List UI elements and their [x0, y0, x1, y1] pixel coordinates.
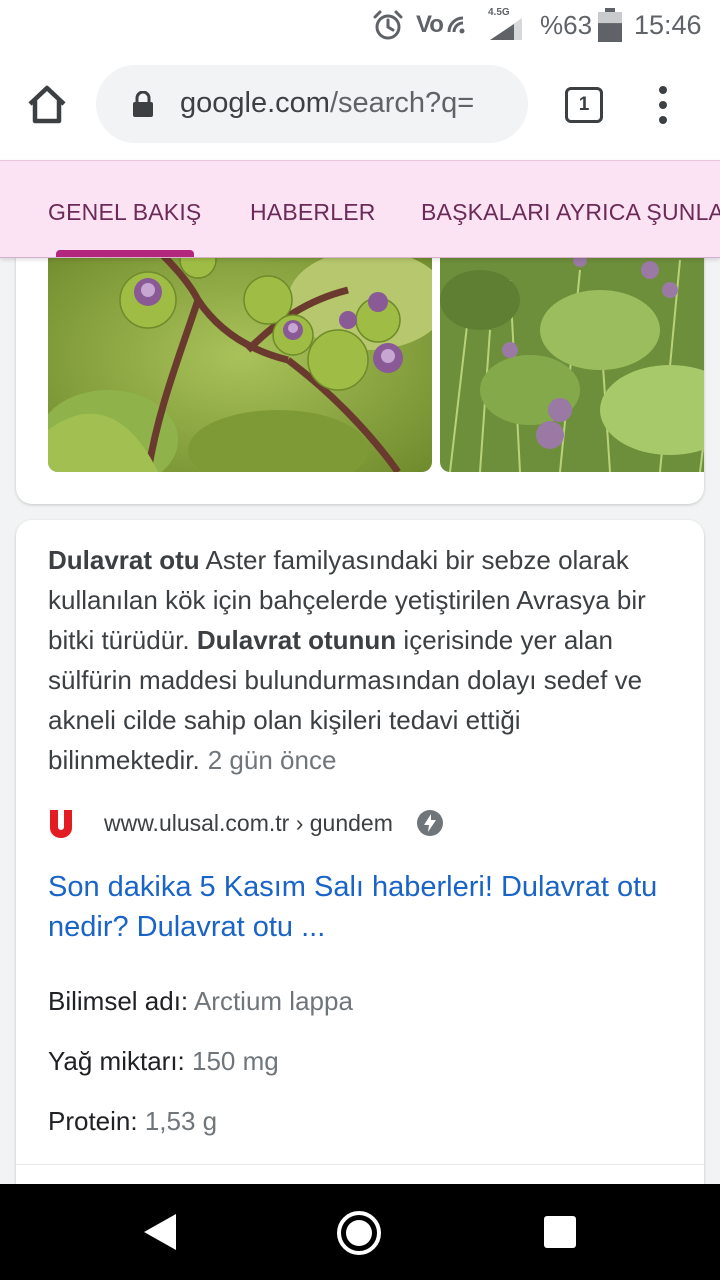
amp-lightning-icon [416, 810, 443, 836]
divider [16, 1164, 704, 1165]
tab-switcher-icon[interactable]: 1 [565, 87, 603, 123]
clock-time: 15:46 [634, 9, 702, 40]
source-url: www.ulusal.com.tr › gundem [104, 809, 393, 836]
status-bar: Vo 4.5G %63 15:46 [0, 0, 720, 50]
fact-label: Protein: [48, 1106, 138, 1136]
home-circle-icon[interactable] [336, 1210, 382, 1256]
volte-label: Vo [416, 11, 444, 38]
description-card: Dulavrat otu Aster familyasındaki bir se… [16, 520, 704, 1220]
battery-icon [598, 8, 622, 42]
address-bar[interactable]: google.com/search?q= [96, 65, 528, 143]
tab-count: 1 [578, 94, 590, 115]
selected-tab-indicator [56, 250, 194, 257]
images-card [16, 240, 704, 504]
tab-overview[interactable]: GENEL BAKIŞ [48, 199, 201, 226]
tab-news[interactable]: HABERLER [250, 199, 376, 226]
back-triangle-icon[interactable] [142, 1212, 178, 1252]
burdock-photo-1[interactable] [48, 240, 432, 472]
time-ago: 2 gün önce [207, 745, 337, 775]
highlight-term-1: Dulavrat otu [48, 545, 200, 575]
recents-square-icon[interactable] [544, 1216, 576, 1248]
search-tabs: GENEL BAKIŞ HABERLER BAŞKALARI AYRICA ŞU… [0, 160, 720, 258]
ulusal-favicon [50, 810, 72, 838]
browser-toolbar: google.com/search?q= 1 [0, 50, 720, 160]
fact-scientific-name[interactable]: Bilimsel adı: Arctium lappa [48, 986, 353, 1017]
url-text: google.com/search?q= [180, 87, 474, 120]
fact-value: 1,53 g [144, 1106, 218, 1136]
fact-fat-amount[interactable]: Yağ miktarı: 150 mg [48, 1046, 279, 1077]
fact-value: 150 mg [192, 1046, 279, 1076]
network-type-label: 4.5G [488, 7, 510, 18]
url-domain: google.com [180, 87, 330, 119]
description-snippet: Dulavrat otu Aster familyasındaki bir se… [48, 540, 678, 780]
more-vert-icon[interactable] [648, 86, 678, 124]
fact-label: Bilimsel adı: [48, 986, 189, 1016]
alarm-icon [372, 8, 404, 42]
burdock-photo-2[interactable] [440, 240, 704, 472]
lock-icon [132, 90, 154, 117]
fact-label: Yağ miktarı: [48, 1046, 185, 1076]
signal-icon: 4.5G [488, 8, 528, 42]
result-title-link[interactable]: Son dakika 5 Kasım Salı haberleri! Dulav… [48, 867, 688, 947]
url-path: /search?q= [329, 87, 475, 119]
source-row[interactable]: www.ulusal.com.tr › gundem [48, 803, 443, 843]
tab-people-also-ask[interactable]: BAŞKALARI AYRICA ŞUNLARI SORDU [421, 199, 720, 226]
highlight-term-2: Dulavrat otunun [196, 625, 397, 655]
battery-fill [598, 23, 622, 42]
system-navigation-bar [0, 1184, 720, 1280]
home-icon[interactable] [24, 82, 70, 128]
volte-icon: Vo [416, 8, 480, 42]
battery-percent: %63 [540, 9, 593, 40]
fact-protein[interactable]: Protein: 1,53 g [48, 1106, 217, 1137]
fact-value[interactable]: Arctium lappa [194, 986, 353, 1016]
